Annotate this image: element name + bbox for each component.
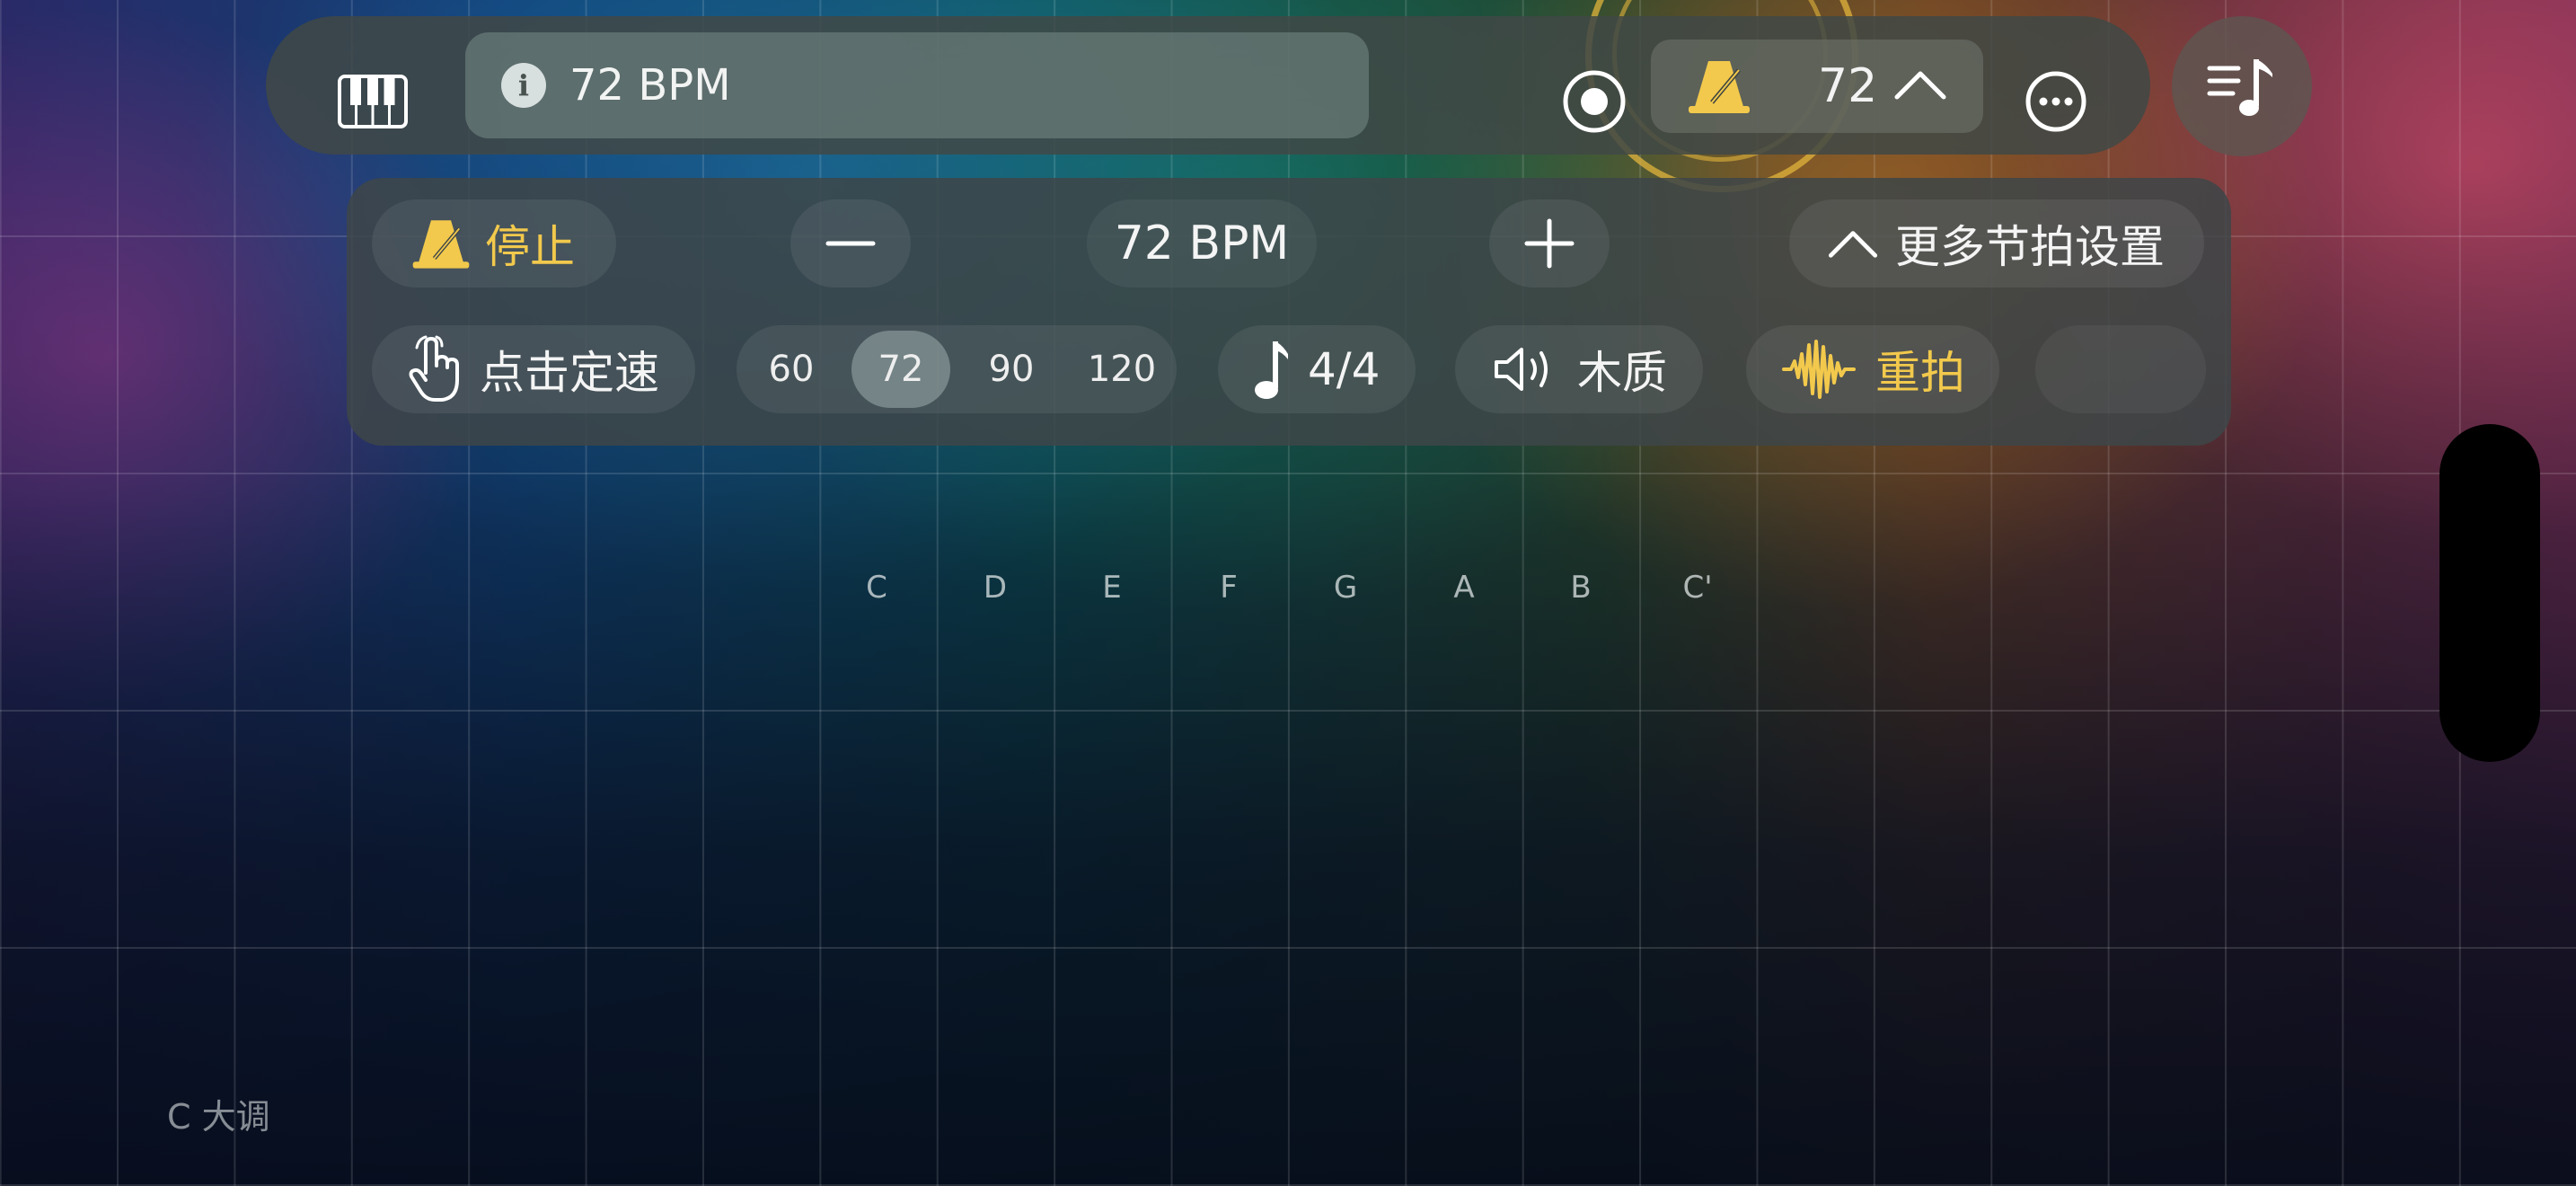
- preset-90[interactable]: 90: [962, 331, 1061, 408]
- speaker-icon: [1495, 348, 1548, 391]
- note-c: C: [866, 570, 887, 606]
- preset-60[interactable]: 60: [742, 331, 841, 408]
- record-button[interactable]: [1541, 49, 1647, 155]
- metronome-chip[interactable]: 72: [1651, 40, 1983, 133]
- sound-button[interactable]: 木质: [1455, 325, 1703, 413]
- info-icon: i: [501, 63, 546, 108]
- tempo-presets: 60 72 90 120: [737, 325, 1177, 413]
- chevron-up-icon: [1894, 71, 1946, 100]
- side-handle[interactable]: [2439, 424, 2540, 762]
- note-a: A: [1453, 570, 1475, 606]
- note-b: B: [1570, 570, 1592, 606]
- metronome-icon: [412, 220, 470, 269]
- minus-icon: [825, 241, 876, 246]
- note-e: E: [1102, 570, 1122, 606]
- tap-tempo-button[interactable]: 点击定速: [372, 325, 695, 413]
- decrease-tempo-button[interactable]: [790, 199, 911, 288]
- more-icon: [2025, 71, 2086, 132]
- hidden-option-pill[interactable]: [2035, 325, 2206, 413]
- more-button[interactable]: [2003, 49, 2109, 155]
- note-d: D: [983, 570, 1008, 606]
- more-settings-button[interactable]: 更多节拍设置: [1789, 199, 2204, 288]
- increase-tempo-button[interactable]: [1489, 199, 1610, 288]
- plus-icon: [1524, 218, 1575, 269]
- chevron-up-icon: [1828, 231, 1878, 258]
- piano-icon: [338, 75, 408, 128]
- note-c-high: C': [1682, 570, 1713, 606]
- bpm-display: 72 BPM: [1087, 199, 1317, 288]
- key-label: C 大调: [167, 1097, 270, 1137]
- note-f: F: [1220, 570, 1238, 606]
- waveform-icon: [1782, 340, 1856, 399]
- record-icon: [1563, 70, 1626, 133]
- tap-hand-icon: [409, 335, 459, 402]
- metronome-tempo: 72: [1818, 59, 1878, 113]
- stop-label: 停止: [485, 221, 575, 273]
- music-list-icon: [2207, 59, 2272, 116]
- note-g: G: [1333, 570, 1358, 606]
- preset-72[interactable]: 72: [851, 331, 950, 408]
- more-settings-label: 更多节拍设置: [1895, 221, 2165, 273]
- stop-button[interactable]: 停止: [372, 199, 616, 288]
- info-text: 72 BPM: [569, 60, 731, 111]
- tap-tempo-label: 点击定速: [480, 347, 659, 399]
- accent-label: 重拍: [1875, 347, 1965, 399]
- piano-button[interactable]: [320, 49, 426, 155]
- metronome-icon: [1689, 61, 1750, 113]
- info-field[interactable]: i 72 BPM: [465, 32, 1369, 138]
- top-toolbar: i 72 BPM 72: [266, 16, 2150, 155]
- music-note-icon: [1255, 341, 1288, 399]
- preset-120[interactable]: 120: [1072, 331, 1171, 408]
- accent-button[interactable]: 重拍: [1746, 325, 1999, 413]
- time-signature-button[interactable]: 4/4: [1218, 325, 1416, 413]
- sound-label: 木质: [1577, 347, 1667, 399]
- music-list-button[interactable]: [2172, 16, 2312, 156]
- time-signature-label: 4/4: [1308, 343, 1381, 395]
